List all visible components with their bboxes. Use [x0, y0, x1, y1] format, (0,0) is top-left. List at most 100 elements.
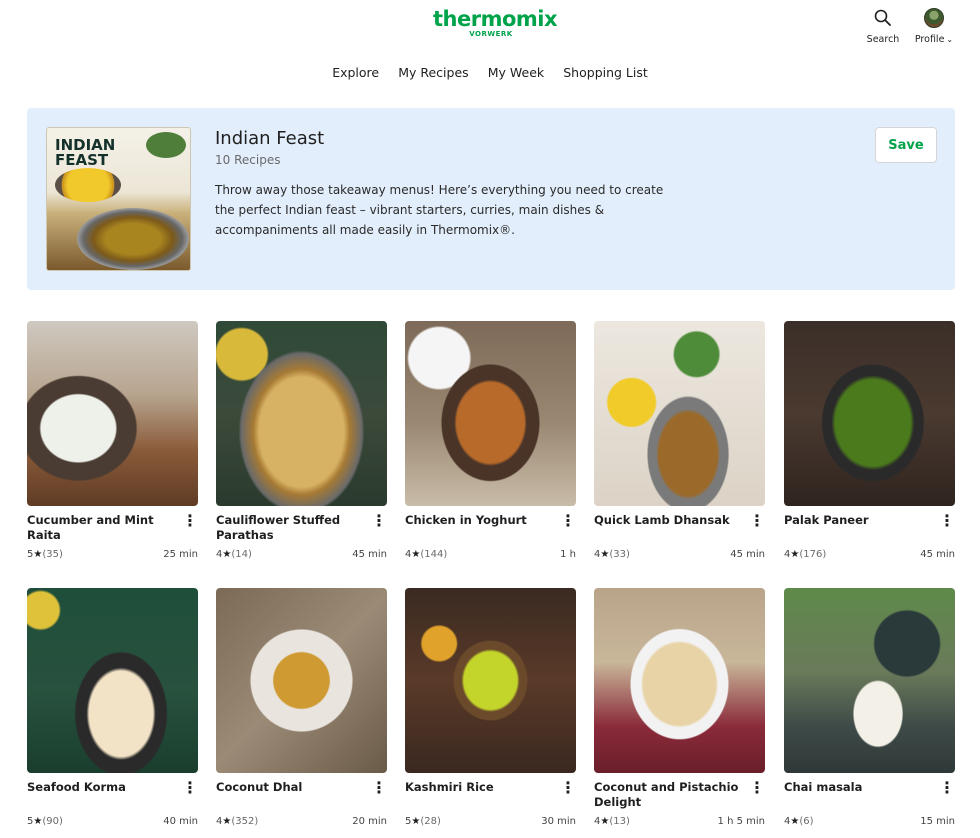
review-count: (144) [420, 549, 448, 560]
recipe-card[interactable]: Chai masala ⋮ 4★(6) 15 min [784, 588, 955, 838]
recipe-title[interactable]: Kashmiri Rice [405, 780, 550, 795]
recipe-time: 45 min [730, 549, 765, 560]
recipe-card[interactable]: Quick Lamb Dhansak ⋮ 4★(33) 45 min [594, 321, 765, 581]
recipe-image[interactable] [216, 588, 387, 773]
thermomix-logo[interactable]: thermomix VORWERK [433, 6, 558, 38]
recipe-image[interactable] [594, 588, 765, 773]
recipe-card[interactable]: Kashmiri Rice ⋮ 5★(28) 30 min [405, 588, 576, 838]
recipe-image[interactable] [27, 588, 198, 773]
star-icon: ★ [790, 549, 800, 560]
collection-banner: INDIAN FEAST Indian Feast 10 Recipes Thr… [27, 108, 955, 290]
recipe-rating: 4★(14) [216, 549, 252, 560]
recipe-title[interactable]: Palak Paneer [784, 513, 929, 528]
star-icon: ★ [411, 816, 421, 827]
recipe-title[interactable]: Coconut and Pistachio Delight [594, 780, 739, 810]
recipe-time: 25 min [163, 549, 198, 560]
app-header: thermomix VORWERK Search Profile ⌄ Explor… [0, 0, 980, 92]
review-count: (13) [609, 816, 630, 827]
nav-my-recipes[interactable]: My Recipes [398, 65, 468, 80]
search-button[interactable]: Search [864, 8, 902, 45]
recipe-time: 1 h [560, 549, 576, 560]
recipe-time: 45 min [920, 549, 955, 560]
more-options-icon[interactable]: ⋮ [939, 513, 955, 531]
save-button[interactable]: Save [875, 127, 937, 163]
nav-explore[interactable]: Explore [332, 65, 379, 80]
collection-recipe-count: 10 Recipes [215, 153, 281, 167]
recipe-card[interactable]: Coconut and Pistachio Delight ⋮ 4★(13) 1… [594, 588, 765, 838]
recipe-time: 45 min [352, 549, 387, 560]
more-options-icon[interactable]: ⋮ [749, 513, 765, 531]
star-icon: ★ [600, 549, 610, 560]
search-icon [874, 9, 891, 26]
recipe-title[interactable]: Cucumber and Mint Raita [27, 513, 172, 543]
search-label: Search [866, 34, 900, 45]
star-icon: ★ [411, 549, 421, 560]
nav-my-week[interactable]: My Week [488, 65, 544, 80]
review-count: (176) [799, 549, 827, 560]
more-options-icon[interactable]: ⋮ [560, 513, 576, 531]
more-options-icon[interactable]: ⋮ [371, 513, 387, 531]
review-count: (90) [42, 816, 63, 827]
star-icon: ★ [33, 816, 43, 827]
review-count: (14) [231, 549, 252, 560]
review-count: (352) [231, 816, 259, 827]
nav-shopping-list[interactable]: Shopping List [563, 65, 648, 80]
star-icon: ★ [600, 816, 610, 827]
more-options-icon[interactable]: ⋮ [939, 780, 955, 798]
recipe-rating: 4★(176) [784, 549, 826, 560]
review-count: (6) [799, 816, 814, 827]
recipe-image[interactable] [216, 321, 387, 506]
recipe-time: 1 h 5 min [717, 816, 765, 827]
collection-title: Indian Feast [215, 128, 325, 149]
recipe-title[interactable]: Cauliflower Stuffed Parathas [216, 513, 361, 543]
recipe-card[interactable]: Chicken in Yoghurt ⋮ 4★(144) 1 h [405, 321, 576, 581]
collection-cover-image: INDIAN FEAST [46, 127, 191, 271]
recipe-rating: 4★(144) [405, 549, 447, 560]
star-icon: ★ [222, 549, 232, 560]
profile-menu-button[interactable]: Profile ⌄ [910, 8, 958, 45]
review-count: (33) [609, 549, 630, 560]
more-options-icon[interactable]: ⋮ [182, 780, 198, 798]
recipe-title[interactable]: Coconut Dhal [216, 780, 361, 795]
recipe-image[interactable] [27, 321, 198, 506]
recipe-title[interactable]: Chai masala [784, 780, 929, 795]
recipe-card[interactable]: Palak Paneer ⋮ 4★(176) 45 min [784, 321, 955, 581]
avatar [924, 8, 944, 28]
recipe-rating: 4★(33) [594, 549, 630, 560]
cover-title: INDIAN FEAST [55, 136, 116, 169]
recipe-image[interactable] [784, 588, 955, 773]
recipe-image[interactable] [784, 321, 955, 506]
review-count: (35) [42, 549, 63, 560]
recipe-image[interactable] [405, 321, 576, 506]
recipe-rating: 5★(90) [27, 816, 63, 827]
star-icon: ★ [222, 816, 232, 827]
recipe-card[interactable]: Seafood Korma ⋮ 5★(90) 40 min [27, 588, 198, 838]
recipe-title[interactable]: Chicken in Yoghurt [405, 513, 550, 528]
review-count: (28) [420, 816, 441, 827]
recipe-rating: 5★(28) [405, 816, 441, 827]
recipe-title[interactable]: Seafood Korma [27, 780, 172, 795]
recipe-time: 15 min [920, 816, 955, 827]
recipe-card[interactable]: Cucumber and Mint Raita ⋮ 5★(35) 25 min [27, 321, 198, 581]
more-options-icon[interactable]: ⋮ [371, 780, 387, 798]
recipe-time: 40 min [163, 816, 198, 827]
recipe-card[interactable]: Coconut Dhal ⋮ 4★(352) 20 min [216, 588, 387, 838]
recipe-image[interactable] [405, 588, 576, 773]
more-options-icon[interactable]: ⋮ [182, 513, 198, 531]
recipe-rating: 4★(6) [784, 816, 814, 827]
cover-curry-bowl [77, 208, 189, 270]
recipe-title[interactable]: Quick Lamb Dhansak [594, 513, 739, 528]
cover-garnish [146, 132, 186, 158]
star-icon: ★ [790, 816, 800, 827]
more-options-icon[interactable]: ⋮ [749, 780, 765, 798]
recipe-card[interactable]: Cauliflower Stuffed Parathas ⋮ 4★(14) 45… [216, 321, 387, 581]
main-nav: Explore My Recipes My Week Shopping List [0, 62, 980, 81]
recipe-rating: 4★(352) [216, 816, 258, 827]
recipe-rating: 4★(13) [594, 816, 630, 827]
recipe-time: 20 min [352, 816, 387, 827]
recipe-image[interactable] [594, 321, 765, 506]
profile-label: Profile [914, 34, 945, 45]
more-options-icon[interactable]: ⋮ [560, 780, 576, 798]
recipe-time: 30 min [541, 816, 576, 827]
cover-rice [55, 168, 121, 202]
